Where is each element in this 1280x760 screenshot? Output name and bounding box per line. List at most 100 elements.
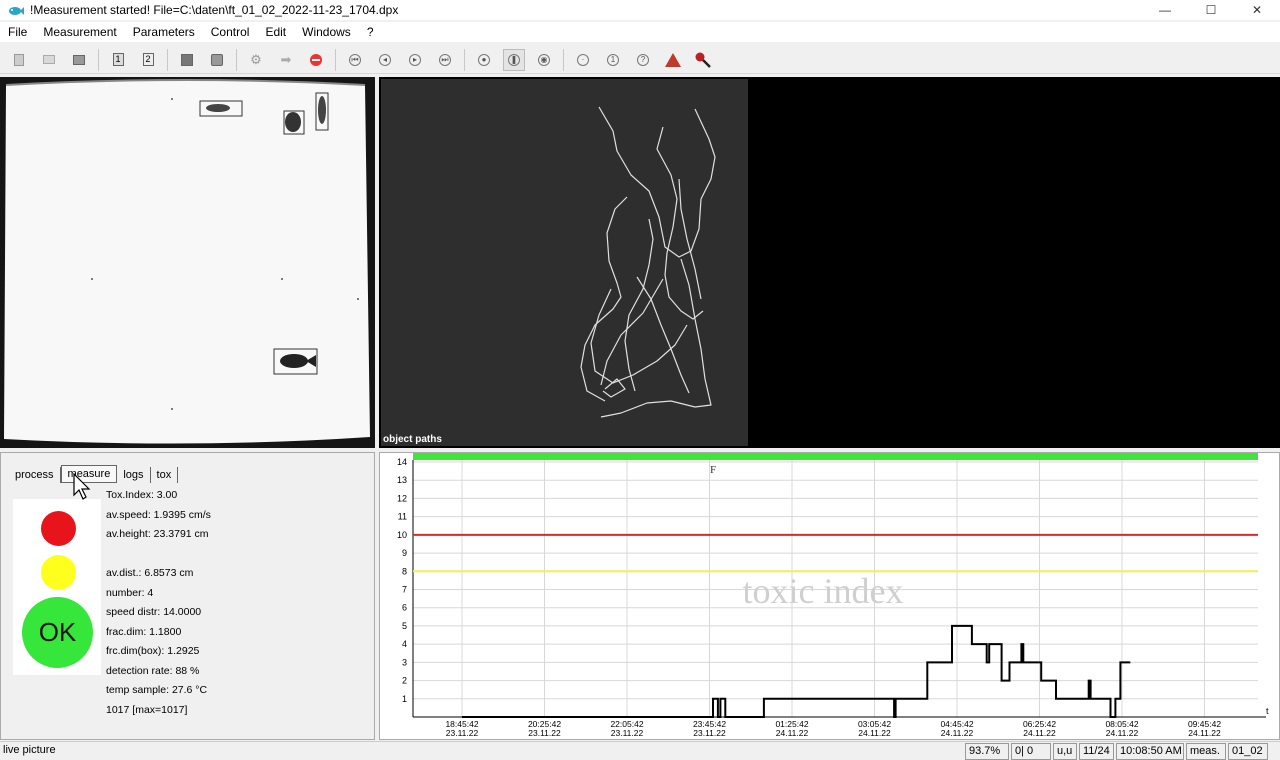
menu-control[interactable]: Control bbox=[203, 22, 258, 42]
fish-trajectories bbox=[580, 106, 716, 418]
arrow-right-icon: ➡ bbox=[280, 51, 292, 67]
y-tick-label: 8 bbox=[402, 566, 407, 576]
minimize-button[interactable]: — bbox=[1142, 0, 1188, 20]
y-tick-label: 9 bbox=[402, 548, 407, 558]
view-1-button[interactable]: 1 bbox=[107, 49, 129, 71]
tab-logs[interactable]: logs bbox=[117, 467, 151, 483]
av-speed-value: av.speed: 1.9395 cm/s bbox=[106, 509, 211, 521]
point-button[interactable]: · bbox=[572, 49, 594, 71]
view-2-button[interactable]: 2 bbox=[137, 49, 159, 71]
status-date: 11/24 bbox=[1079, 743, 1114, 760]
x-tick-date: 24.11.22 bbox=[941, 728, 974, 738]
tab-tox[interactable]: tox bbox=[151, 467, 179, 483]
mouse-cursor-icon bbox=[73, 473, 91, 500]
chart-status-bar bbox=[413, 453, 1258, 460]
y-tick-label: 4 bbox=[402, 639, 407, 649]
menu-edit[interactable]: Edit bbox=[257, 22, 294, 42]
y-tick-label: 7 bbox=[402, 585, 407, 595]
maximize-button[interactable]: ☐ bbox=[1188, 0, 1234, 20]
toolbar-separator bbox=[167, 48, 168, 71]
menu-windows[interactable]: Windows bbox=[294, 22, 359, 42]
menu-bar: File Measurement Parameters Control Edit… bbox=[0, 22, 1280, 42]
av-dist-value: av.dist.: 6.8573 cm bbox=[106, 567, 194, 579]
x-axis-label: t bbox=[1266, 706, 1269, 716]
record-icon: ● bbox=[478, 53, 490, 66]
number-value: number: 4 bbox=[106, 587, 154, 599]
menu-file[interactable]: File bbox=[0, 22, 35, 42]
toxic-index-chart-panel: 1 2 3 4 5 6 7 8 9 10 11 12 13 14 18:45:42 23.11.22 20:25… bbox=[379, 452, 1280, 740]
ok-status-light: OK bbox=[22, 597, 93, 668]
speed-distr-value: speed distr: 14.0000 bbox=[106, 606, 202, 618]
skip-last-button[interactable]: ⏭ bbox=[434, 49, 456, 71]
skip-first-button[interactable]: ⏮ bbox=[344, 49, 366, 71]
menu-help[interactable]: ? bbox=[359, 22, 382, 42]
toxic-index-chart: 123456789101112131418:45:4223.11.2220:25… bbox=[397, 453, 1269, 738]
toolbar-separator bbox=[98, 48, 99, 71]
stream-button[interactable]: ◉ bbox=[533, 49, 555, 71]
step-back-button[interactable]: ◂ bbox=[374, 49, 396, 71]
number-two-icon: 2 bbox=[142, 53, 154, 66]
gear-icon: ⚙ bbox=[250, 51, 262, 67]
y-tick-label: 13 bbox=[397, 475, 407, 485]
record-button[interactable]: ● bbox=[473, 49, 495, 71]
menu-parameters[interactable]: Parameters bbox=[125, 22, 203, 42]
tab-process[interactable]: process bbox=[9, 467, 61, 483]
stop-square-icon bbox=[181, 53, 193, 66]
y-tick-label: 11 bbox=[398, 512, 407, 522]
no-entry-icon bbox=[310, 53, 322, 66]
number-one-icon: 1 bbox=[112, 53, 124, 66]
key-icon bbox=[695, 52, 711, 68]
chart-flag: F bbox=[710, 464, 716, 476]
stop-button[interactable] bbox=[305, 49, 327, 71]
x-tick-date: 24.11.22 bbox=[1188, 728, 1221, 738]
toolbar-separator bbox=[464, 48, 465, 71]
red-light bbox=[41, 511, 76, 546]
y-tick-label: 1 bbox=[402, 694, 407, 704]
toxic-index-line bbox=[462, 624, 1131, 718]
y-tick-label: 2 bbox=[402, 676, 407, 686]
key-button[interactable] bbox=[692, 49, 714, 71]
toolbar-separator bbox=[236, 48, 237, 71]
forward-button[interactable]: ➡ bbox=[275, 49, 297, 71]
title-bar: !Measurement started! File=C:\daten\ft_0… bbox=[0, 0, 1280, 20]
database-button[interactable] bbox=[206, 49, 228, 71]
measurement-info-panel: process measure logs tox OK Tox.Index: 3… bbox=[0, 452, 375, 740]
warning-icon bbox=[665, 52, 681, 67]
printer-icon bbox=[73, 54, 85, 65]
folder-icon bbox=[43, 55, 55, 64]
frc-dim-box-value: frc.dim(box): 1.2925 bbox=[106, 645, 200, 657]
toolbar: 1 2 ⚙ ➡ ⏮ ◂ ▸ ⏭ ● ❚ ◉ · 1 ? bbox=[0, 46, 1280, 74]
y-tick-label: 5 bbox=[402, 621, 407, 631]
x-tick-date: 23.11.22 bbox=[446, 728, 479, 738]
frac-dim-value: frac.dim: 1.1800 bbox=[106, 626, 182, 638]
alarm-button[interactable] bbox=[662, 49, 684, 71]
y-tick-label: 3 bbox=[402, 657, 407, 667]
close-button[interactable]: ✕ bbox=[1234, 0, 1280, 20]
print-button[interactable] bbox=[68, 49, 90, 71]
database-icon bbox=[211, 53, 223, 66]
info-one-button[interactable]: 1 bbox=[602, 49, 624, 71]
status-text: live picture bbox=[3, 744, 56, 756]
x-tick-date: 24.11.22 bbox=[1106, 728, 1139, 738]
y-tick-label: 6 bbox=[402, 603, 407, 613]
window-title: !Measurement started! File=C:\daten\ft_0… bbox=[30, 3, 399, 17]
x-tick-date: 24.11.22 bbox=[1023, 728, 1056, 738]
stop-record-button[interactable] bbox=[176, 49, 198, 71]
new-file-icon bbox=[14, 53, 24, 66]
status-position: 0| 0 bbox=[1011, 743, 1051, 760]
object-paths-view: object paths bbox=[379, 77, 1280, 448]
step-forward-button[interactable]: ▸ bbox=[404, 49, 426, 71]
settings-button[interactable]: ⚙ bbox=[245, 49, 267, 71]
ok-label: OK bbox=[38, 617, 77, 647]
toolbar-separator bbox=[335, 48, 336, 71]
paths-canvas bbox=[381, 79, 748, 446]
skip-last-icon: ⏭ bbox=[439, 53, 451, 66]
traffic-light: OK bbox=[13, 499, 101, 675]
help-button[interactable]: ? bbox=[632, 49, 654, 71]
x-tick-date: 23.11.22 bbox=[528, 728, 561, 738]
pause-button[interactable]: ❚ bbox=[503, 48, 525, 71]
menu-measurement[interactable]: Measurement bbox=[35, 22, 124, 42]
open-file-button[interactable] bbox=[38, 49, 60, 71]
new-file-button[interactable] bbox=[8, 49, 30, 71]
stream-icon: ◉ bbox=[538, 53, 550, 66]
